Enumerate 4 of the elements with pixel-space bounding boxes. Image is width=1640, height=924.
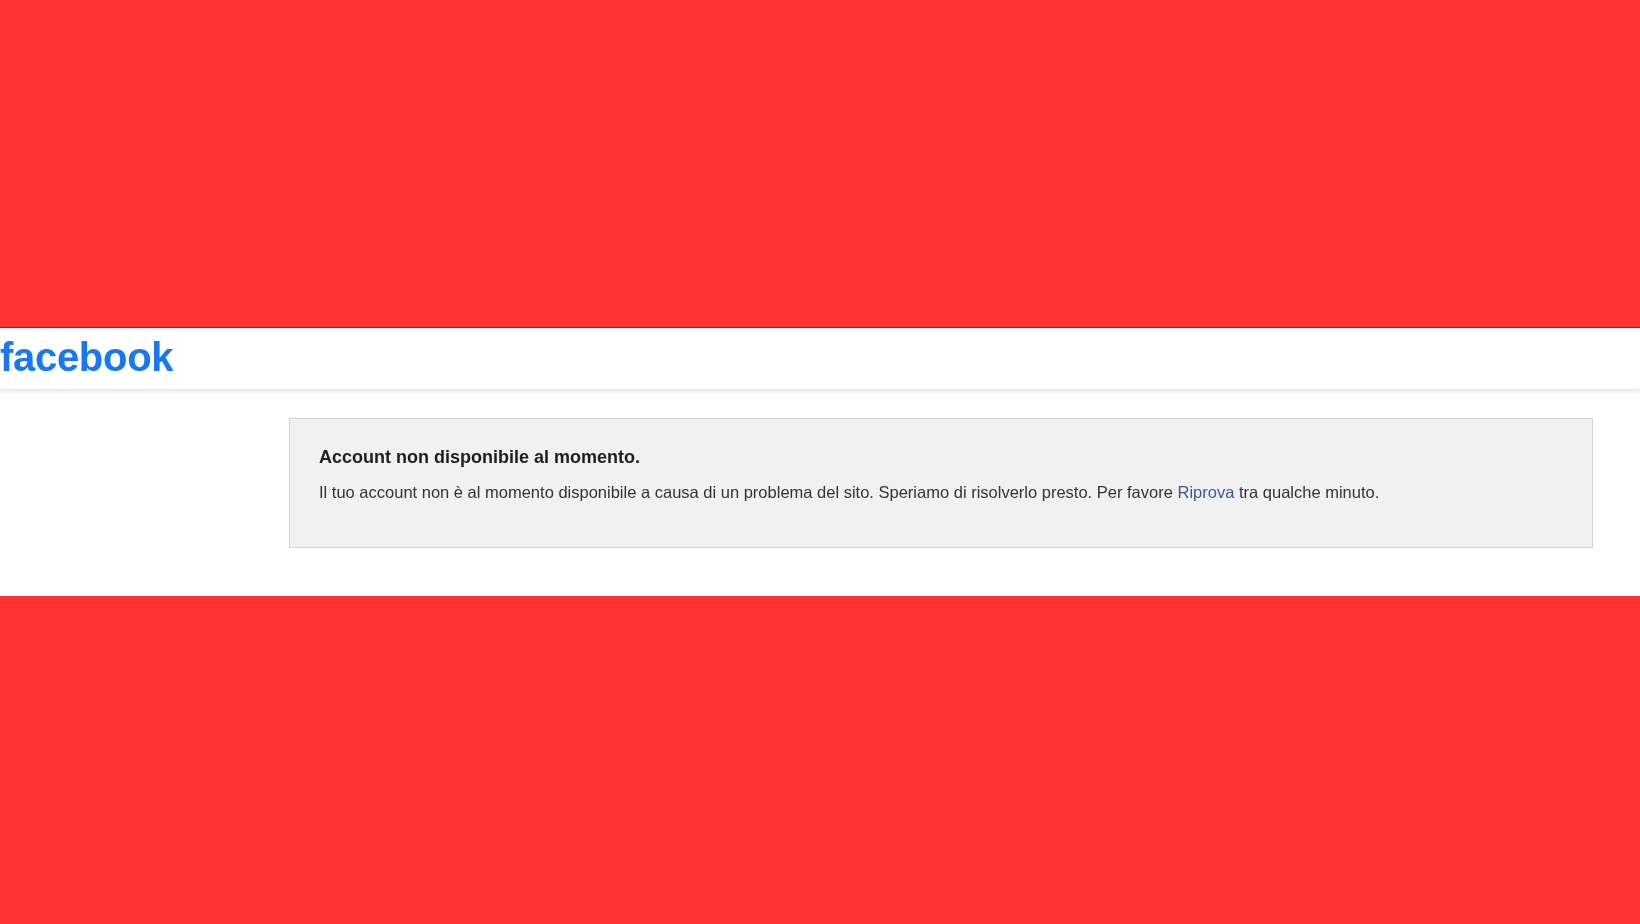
retry-link[interactable]: Riprova [1177, 483, 1235, 501]
notice-message: Il tuo account non è al momento disponibile a causa di un problema del sito. Speriamo di risolverlo presto. Per favore Riprova tra qualche minuto. [319, 482, 1381, 503]
logo[interactable]: facebook [0, 336, 174, 381]
notice-title: Account non disponibile al momento. [319, 446, 641, 469]
